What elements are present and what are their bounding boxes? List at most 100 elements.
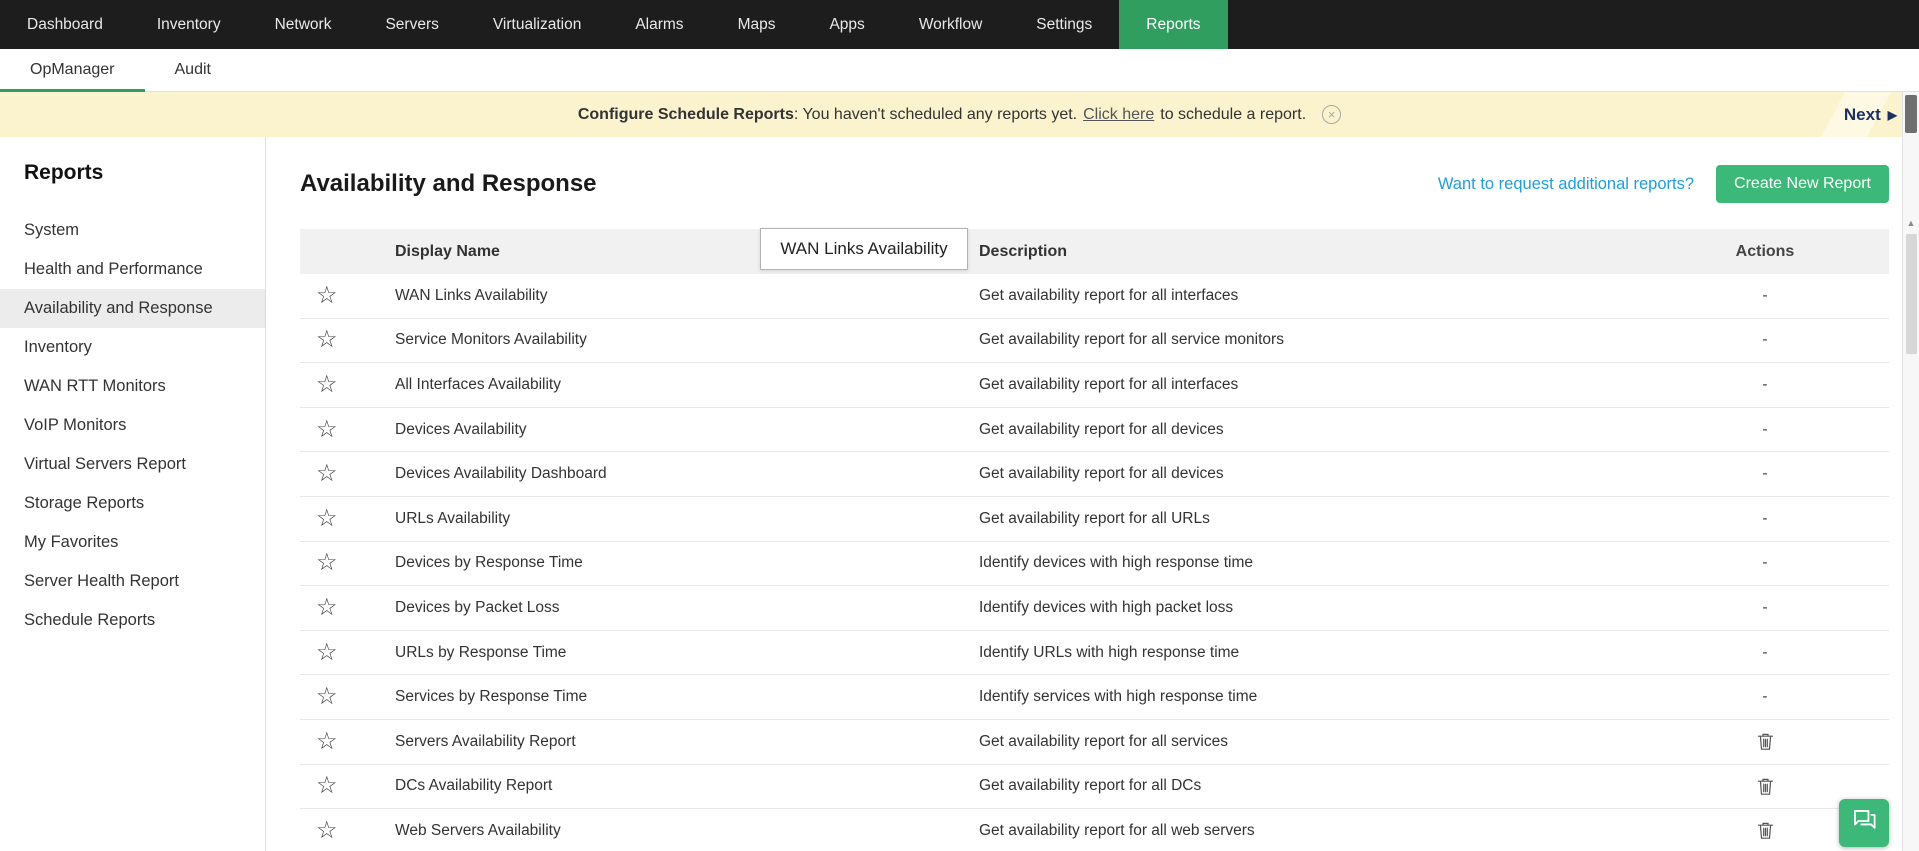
table-row-devices-by-response-time[interactable]: ☆ Devices by Response TimeIdentify device… bbox=[300, 542, 1889, 587]
next-arrow-icon: ▶ bbox=[1888, 108, 1897, 122]
nav-item-workflow[interactable]: Workflow bbox=[892, 0, 1009, 49]
report-name-link[interactable]: Devices by Packet Loss bbox=[370, 599, 979, 617]
banner-click-here-link[interactable]: Click here bbox=[1083, 106, 1154, 124]
report-description: Get availability report for all service … bbox=[979, 331, 1730, 349]
banner-close-icon[interactable]: × bbox=[1322, 105, 1341, 124]
table-row-wan-links-availability[interactable]: ☆ WAN Links AvailabilityGet availability … bbox=[300, 274, 1889, 319]
reports-table: Display Name Description Actions ☆WAN Li… bbox=[300, 229, 1889, 851]
nav-item-maps[interactable]: Maps bbox=[711, 0, 803, 49]
report-description: Get availability report for all devices bbox=[979, 465, 1730, 483]
tab-opmanager[interactable]: OpManager bbox=[0, 49, 145, 91]
favorite-star-icon[interactable]: ☆ bbox=[316, 817, 338, 844]
table-row-servers-availability-report[interactable]: ☆ Servers Availability ReportGet availabi… bbox=[300, 720, 1889, 765]
table-row-service-monitors-availability[interactable]: ☆ Service Monitors AvailabilityGet availa… bbox=[300, 319, 1889, 364]
favorite-star-icon[interactable]: ☆ bbox=[316, 639, 338, 666]
sidebar-item-system[interactable]: System bbox=[0, 211, 265, 250]
nav-item-reports[interactable]: Reports bbox=[1119, 0, 1227, 49]
favorite-star-icon[interactable]: ☆ bbox=[316, 505, 338, 532]
nav-item-network[interactable]: Network bbox=[248, 0, 359, 49]
no-action-dash: - bbox=[1730, 465, 1800, 483]
next-button[interactable]: Next ▶ bbox=[1844, 92, 1897, 137]
nav-item-apps[interactable]: Apps bbox=[802, 0, 891, 49]
nav-item-settings[interactable]: Settings bbox=[1009, 0, 1119, 49]
report-name-link[interactable]: URLs by Response Time bbox=[370, 644, 979, 662]
next-label: Next bbox=[1844, 105, 1881, 125]
nav-item-alarms[interactable]: Alarms bbox=[608, 0, 710, 49]
nav-item-dashboard[interactable]: Dashboard bbox=[0, 0, 130, 49]
favorite-star-icon[interactable]: ☆ bbox=[316, 683, 338, 710]
sidebar-item-wan-rtt-monitors[interactable]: WAN RTT Monitors bbox=[0, 367, 265, 406]
scrollbar-up-arrow-icon[interactable]: ▲ bbox=[1903, 218, 1919, 228]
feedback-chat-button[interactable] bbox=[1839, 799, 1889, 847]
banner-text-tail: to schedule a report. bbox=[1160, 106, 1306, 124]
report-description: Identify services with high response tim… bbox=[979, 688, 1730, 706]
no-action-dash: - bbox=[1730, 376, 1800, 394]
favorite-star-icon[interactable]: ☆ bbox=[316, 772, 338, 799]
favorite-star-icon[interactable]: ☆ bbox=[316, 460, 338, 487]
table-row-web-servers-availability[interactable]: ☆Web Servers AvailabilityGet availabilit… bbox=[300, 809, 1889, 851]
sidebar-item-availability-and-response[interactable]: Availability and Response bbox=[0, 289, 265, 328]
sidebar-item-schedule-reports[interactable]: Schedule Reports bbox=[0, 601, 265, 640]
report-name-link[interactable]: DCs Availability Report bbox=[370, 777, 979, 795]
scrollbar-inner-thumb[interactable] bbox=[1906, 234, 1917, 354]
report-description: Get availability report for all services bbox=[979, 733, 1730, 751]
table-row-services-by-response-time[interactable]: ☆ Services by Response TimeIdentify servi… bbox=[300, 675, 1889, 720]
report-name-link[interactable]: All Interfaces Availability bbox=[370, 376, 979, 394]
sidebar-item-health-and-performance[interactable]: Health and Performance bbox=[0, 250, 265, 289]
favorite-star-icon[interactable]: ☆ bbox=[316, 728, 338, 755]
create-new-report-button[interactable]: Create New Report bbox=[1716, 165, 1889, 203]
report-description: Get availability report for all interfac… bbox=[979, 287, 1730, 305]
delete-report-icon[interactable] bbox=[1730, 821, 1800, 840]
nav-item-servers[interactable]: Servers bbox=[358, 0, 465, 49]
report-name-link[interactable]: Service Monitors Availability bbox=[370, 331, 979, 349]
favorite-star-icon[interactable]: ☆ bbox=[316, 371, 338, 398]
vertical-scrollbar[interactable]: ▲ bbox=[1902, 92, 1919, 851]
tab-audit[interactable]: Audit bbox=[145, 49, 241, 91]
table-row-devices-availability[interactable]: ☆Devices AvailabilityGet availability re… bbox=[300, 408, 1889, 453]
description-column-header[interactable]: Description bbox=[979, 243, 1730, 261]
no-action-dash: - bbox=[1730, 599, 1800, 617]
report-name-link[interactable]: Web Servers Availability bbox=[370, 822, 979, 840]
no-action-dash: - bbox=[1730, 554, 1800, 572]
table-row-urls-availability[interactable]: ☆ URLs AvailabilityGet availability repor… bbox=[300, 497, 1889, 542]
report-description: Get availability report for all URLs bbox=[979, 510, 1730, 528]
sidebar-item-server-health-report[interactable]: Server Health Report bbox=[0, 562, 265, 601]
drag-ghost-label: WAN Links Availability bbox=[760, 228, 968, 270]
table-row-urls-by-response-time[interactable]: ☆URLs by Response TimeIdentify URLs with… bbox=[300, 631, 1889, 676]
report-name-link[interactable]: Devices Availability Dashboard bbox=[370, 465, 979, 483]
top-nav: DashboardInventoryNetworkServersVirtuali… bbox=[0, 0, 1919, 49]
report-name-link[interactable]: Servers Availability Report bbox=[370, 733, 979, 751]
favorite-star-icon[interactable]: ☆ bbox=[316, 282, 338, 309]
chat-bubbles-icon bbox=[1851, 807, 1878, 839]
sub-tabs: OpManagerAudit bbox=[0, 49, 1919, 92]
report-name-link[interactable]: Devices by Response Time bbox=[370, 554, 979, 572]
report-name-link[interactable]: WAN Links Availability bbox=[370, 287, 979, 305]
table-row-devices-availability-dashboard[interactable]: ☆ Devices Availability DashboardGet avail… bbox=[300, 452, 1889, 497]
table-row-dcs-availability-report[interactable]: ☆DCs Availability ReportGet availability… bbox=[300, 765, 1889, 810]
sidebar-item-voip-monitors[interactable]: VoIP Monitors bbox=[0, 406, 265, 445]
nav-item-inventory[interactable]: Inventory bbox=[130, 0, 248, 49]
report-name-link[interactable]: Devices Availability bbox=[370, 421, 979, 439]
sidebar-item-storage-reports[interactable]: Storage Reports bbox=[0, 484, 265, 523]
sidebar-item-my-favorites[interactable]: My Favorites bbox=[0, 523, 265, 562]
content-header: Availability and Response Want to reques… bbox=[300, 165, 1889, 203]
table-row-all-interfaces-availability[interactable]: ☆All Interfaces AvailabilityGet availabi… bbox=[300, 363, 1889, 408]
report-name-link[interactable]: Services by Response Time bbox=[370, 688, 979, 706]
banner-bold-text: Configure Schedule Reports bbox=[578, 106, 794, 124]
scrollbar-thumb[interactable] bbox=[1905, 95, 1917, 133]
table-row-devices-by-packet-loss[interactable]: ☆Devices by Packet LossIdentify devices … bbox=[300, 586, 1889, 631]
sidebar-item-virtual-servers-report[interactable]: Virtual Servers Report bbox=[0, 445, 265, 484]
report-name-link[interactable]: URLs Availability bbox=[370, 510, 979, 528]
favorite-star-icon[interactable]: ☆ bbox=[316, 326, 338, 353]
favorite-star-icon[interactable]: ☆ bbox=[316, 549, 338, 576]
delete-report-icon[interactable] bbox=[1730, 732, 1800, 751]
nav-item-virtualization[interactable]: Virtualization bbox=[466, 0, 608, 49]
report-description: Identify devices with high response time bbox=[979, 554, 1730, 572]
favorite-star-icon[interactable]: ☆ bbox=[316, 416, 338, 443]
favorite-star-icon[interactable]: ☆ bbox=[316, 594, 338, 621]
main-area: Reports SystemHealth and PerformanceAvai… bbox=[0, 137, 1919, 851]
sidebar-title: Reports bbox=[0, 161, 265, 185]
request-additional-reports-link[interactable]: Want to request additional reports? bbox=[1438, 175, 1694, 194]
delete-report-icon[interactable] bbox=[1730, 777, 1800, 796]
sidebar-item-inventory[interactable]: Inventory bbox=[0, 328, 265, 367]
